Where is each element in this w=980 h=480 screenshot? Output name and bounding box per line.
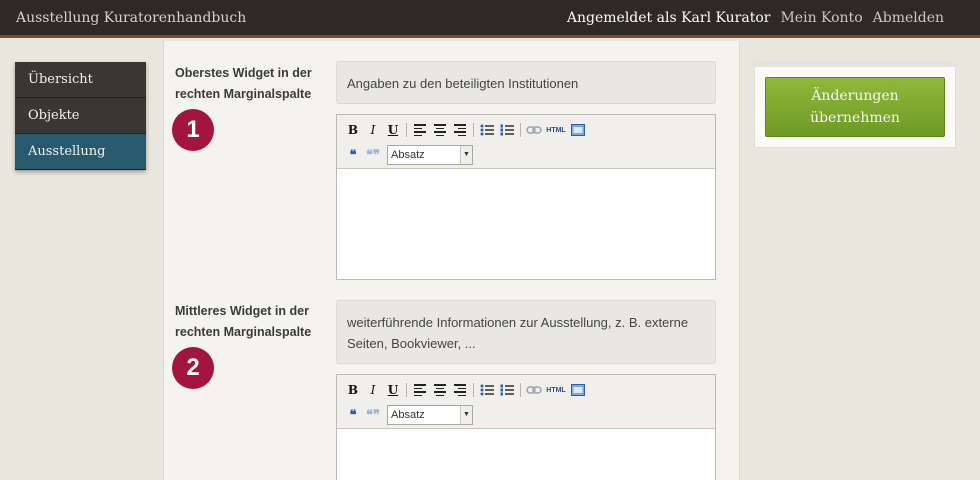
format-select[interactable]: Absatz ▼ <box>387 405 473 425</box>
bullet-list-button[interactable] <box>477 381 497 399</box>
account-link[interactable]: Mein Konto <box>780 10 862 26</box>
bullet-list-button[interactable] <box>477 121 497 139</box>
align-center-button[interactable] <box>430 381 450 399</box>
fullscreen-icon <box>571 124 585 136</box>
bold-button[interactable]: B <box>343 381 363 399</box>
fullscreen-icon <box>571 384 585 396</box>
actions-panel: Änderungen übernehmen <box>754 62 956 148</box>
widget-2-hint-line2: Seiten, Bookviewer, ... <box>347 336 476 351</box>
italic-icon: I <box>370 123 376 137</box>
toolbar-divider <box>406 383 407 397</box>
quote-icon: ❝ <box>349 407 357 423</box>
align-right-icon <box>454 124 466 136</box>
align-center-button[interactable] <box>430 121 450 139</box>
widget-2-editor: B I U HTML ❝ ❝❞ Absatz ▼ <box>336 374 716 480</box>
sidebar-item-objekte[interactable]: Objekte <box>15 98 146 134</box>
blockquote-button[interactable]: ❝ <box>343 146 363 164</box>
numbered-list-icon <box>500 384 514 396</box>
align-right-button[interactable] <box>450 121 470 139</box>
bold-icon: B <box>347 123 359 137</box>
numbered-list-button[interactable] <box>497 121 517 139</box>
widget-2-label-line1: Mittleres Widget in der <box>175 304 309 318</box>
link-button[interactable] <box>524 381 544 399</box>
apply-changes-label-line1: Änderungen <box>811 88 899 104</box>
widget-1-hint: Angaben zu den beteiligten Institutionen <box>336 61 716 104</box>
quote-icon: ❝ <box>349 147 357 163</box>
align-center-icon <box>434 384 446 396</box>
align-left-button[interactable] <box>410 381 430 399</box>
format-select-value: Absatz <box>391 409 425 421</box>
widget-1-content-area[interactable] <box>337 169 715 279</box>
widget-1-label-line1: Oberstes Widget in der <box>175 66 312 80</box>
align-left-button[interactable] <box>410 121 430 139</box>
link-icon <box>526 386 542 394</box>
editor-toolbar: B I U HTML ❝ ❝❞ Absatz ▼ <box>337 375 715 429</box>
underline-button[interactable]: U <box>383 381 403 399</box>
sidebar-item-uebersicht[interactable]: Übersicht <box>15 62 146 98</box>
widget-1-label: Oberstes Widget in der rechten Marginals… <box>175 63 325 105</box>
align-right-button[interactable] <box>450 381 470 399</box>
editor-toolbar: B I U HTML ❝ ❝❞ Absatz ▼ <box>337 115 715 169</box>
toolbar-divider <box>406 123 407 137</box>
step-badge-2: 2 <box>172 347 214 389</box>
link-icon <box>526 126 542 134</box>
inline-quote-button[interactable]: ❝❞ <box>363 146 383 164</box>
widget-2-label: Mittleres Widget in der rechten Marginal… <box>175 301 325 343</box>
italic-button[interactable]: I <box>363 381 383 399</box>
apply-changes-label-line2: übernehmen <box>810 110 900 126</box>
widget-1-hint-text: Angaben zu den beteiligten Institutionen <box>347 76 579 91</box>
underline-button[interactable]: U <box>383 121 403 139</box>
numbered-list-icon <box>500 124 514 136</box>
widget-1-label-line2: rechten Marginalspalte <box>175 87 312 101</box>
underline-icon: U <box>387 123 399 137</box>
align-left-icon <box>414 384 426 396</box>
apply-changes-button[interactable]: Änderungen übernehmen <box>765 77 945 137</box>
html-source-button[interactable]: HTML <box>544 381 568 399</box>
widget-2-label-line2: rechten Marginalspalte <box>175 325 312 339</box>
blockquote-button[interactable]: ❝ <box>343 406 363 424</box>
toolbar-divider <box>473 123 474 137</box>
html-source-button[interactable]: HTML <box>544 121 568 139</box>
link-button[interactable] <box>524 121 544 139</box>
italic-button[interactable]: I <box>363 121 383 139</box>
logout-link[interactable]: Abmelden <box>873 10 944 26</box>
sidebar-item-ausstellung[interactable]: Ausstellung <box>15 134 146 170</box>
user-area: Angemeldet als Karl Kurator Mein Konto A… <box>567 10 944 26</box>
chevron-down-icon: ▼ <box>460 146 472 164</box>
widget-2-hint-line1: weiterführende Informationen zur Ausstel… <box>347 315 689 330</box>
bold-button[interactable]: B <box>343 121 363 139</box>
top-bar: Ausstellung Kuratorenhandbuch Angemeldet… <box>0 0 980 38</box>
step-badge-1: 1 <box>172 109 214 151</box>
format-select[interactable]: Absatz ▼ <box>387 145 473 165</box>
bold-icon: B <box>347 383 359 397</box>
sidebar-nav: Übersicht Objekte Ausstellung <box>15 62 146 170</box>
format-select-value: Absatz <box>391 149 425 161</box>
widget-1-editor: B I U HTML ❝ ❝❞ Absatz ▼ <box>336 114 716 280</box>
align-center-icon <box>434 124 446 136</box>
widget-2-hint: weiterführende Informationen zur Ausstel… <box>336 300 716 364</box>
align-left-icon <box>414 124 426 136</box>
inline-quote-button[interactable]: ❝❞ <box>363 406 383 424</box>
quote-dim-icon: ❝❞ <box>366 407 380 423</box>
fullscreen-button[interactable] <box>568 381 588 399</box>
toolbar-divider <box>520 383 521 397</box>
toolbar-divider <box>473 383 474 397</box>
fullscreen-button[interactable] <box>568 121 588 139</box>
bullet-list-icon <box>480 124 494 136</box>
bullet-list-icon <box>480 384 494 396</box>
align-right-icon <box>454 384 466 396</box>
chevron-down-icon: ▼ <box>460 406 472 424</box>
underline-icon: U <box>387 383 399 397</box>
widget-2-content-area[interactable] <box>337 429 715 480</box>
app-title: Ausstellung Kuratorenhandbuch <box>16 10 247 26</box>
italic-icon: I <box>370 383 376 397</box>
numbered-list-button[interactable] <box>497 381 517 399</box>
toolbar-divider <box>520 123 521 137</box>
quote-dim-icon: ❝❞ <box>366 147 380 163</box>
logged-in-user: Angemeldet als Karl Kurator <box>566 10 771 26</box>
main-panel: Oberstes Widget in der rechten Marginals… <box>163 41 740 480</box>
